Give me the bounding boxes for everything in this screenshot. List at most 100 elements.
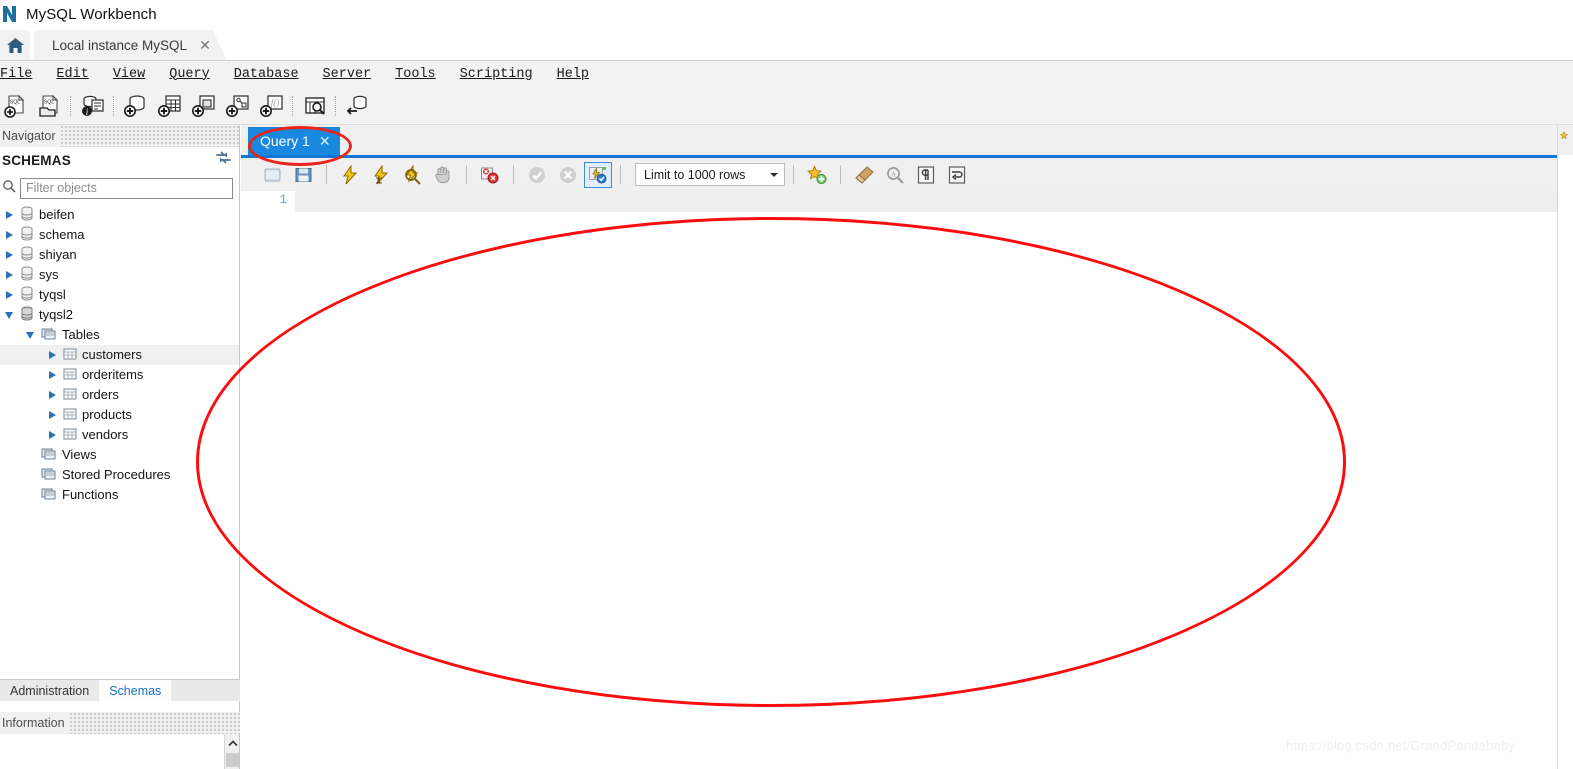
- explain-query-icon[interactable]: [397, 161, 427, 188]
- new-schema-icon[interactable]: [120, 91, 152, 121]
- tree-item-customers[interactable]: customers: [0, 345, 239, 365]
- chevron-down-icon[interactable]: [24, 331, 36, 339]
- stop-execution-icon[interactable]: [428, 161, 458, 188]
- rollback-transaction-icon[interactable]: [553, 161, 583, 188]
- mysql-dolphin-icon: [2, 4, 20, 24]
- tree-item-sys[interactable]: sys: [0, 265, 239, 285]
- sql-code-editor[interactable]: 1: [241, 191, 1557, 769]
- execute-current-icon[interactable]: [366, 161, 396, 188]
- toolbar-separator: [113, 96, 116, 116]
- navigator-panel: Navigator SCHEMAS Filter objects beifen …: [0, 125, 240, 714]
- new-procedure-icon[interactable]: [222, 91, 254, 121]
- snippets-icon[interactable]: [1559, 130, 1571, 142]
- folder-icon: [41, 447, 57, 464]
- row-limit-select[interactable]: Limit to 1000 rows: [635, 163, 785, 186]
- chevron-down-icon[interactable]: [770, 172, 778, 177]
- menu-item-view[interactable]: View: [101, 67, 157, 82]
- menu-item-edit[interactable]: Edit: [44, 67, 100, 82]
- tree-item-schema[interactable]: schema: [0, 225, 239, 245]
- new-table-icon[interactable]: [154, 91, 186, 121]
- query-editor-area: Query 1 ✕ Limit to 1000 rows A 1: [241, 125, 1557, 769]
- information-scrollbar[interactable]: [224, 734, 239, 769]
- menu-label-database: Database: [233, 66, 299, 82]
- table-icon: [63, 407, 77, 424]
- filter-objects-row: [0, 173, 239, 203]
- schemas-section-header: SCHEMAS: [0, 147, 239, 173]
- beautify-sql-icon[interactable]: [849, 161, 879, 188]
- new-sql-tab-icon[interactable]: SQL: [0, 91, 32, 121]
- tree-item-beifen[interactable]: beifen: [0, 205, 239, 225]
- query-tab-query-1[interactable]: Query 1 ✕: [248, 127, 340, 155]
- new-function-icon[interactable]: f(): [256, 91, 288, 121]
- tree-item-tyqsl2[interactable]: tyqsl2: [0, 305, 239, 325]
- new-view-icon[interactable]: [188, 91, 220, 121]
- navigator-header: Navigator: [0, 125, 239, 147]
- chevron-right-icon[interactable]: [3, 291, 15, 299]
- tree-item-tables[interactable]: Tables: [0, 325, 239, 345]
- toggle-invisible-icon[interactable]: [911, 161, 941, 188]
- menu-item-file[interactable]: File: [0, 67, 44, 82]
- information-header-fill: [68, 712, 240, 734]
- execute-statement-icon[interactable]: [335, 161, 365, 188]
- chevron-down-icon[interactable]: [3, 311, 15, 319]
- menu-item-query[interactable]: Query: [157, 67, 222, 82]
- folder-icon: [41, 327, 57, 344]
- commit-transaction-icon[interactable]: [522, 161, 552, 188]
- tab-administration[interactable]: Administration: [0, 680, 99, 701]
- tree-item-products[interactable]: products: [0, 405, 239, 425]
- information-header: Information: [0, 712, 240, 734]
- menu-item-scripting[interactable]: Scripting: [448, 67, 545, 82]
- save-script-icon[interactable]: [288, 161, 318, 188]
- tree-item-stored-procedures[interactable]: Stored Procedures: [0, 465, 239, 485]
- search-data-icon[interactable]: [299, 91, 331, 121]
- chevron-right-icon[interactable]: [3, 211, 15, 219]
- close-icon[interactable]: ✕: [199, 38, 211, 52]
- svg-text:SQL: SQL: [10, 100, 20, 106]
- connection-tab-local-instance-mysql[interactable]: Local instance MySQL ✕: [34, 30, 227, 61]
- tree-item-orders[interactable]: orders: [0, 385, 239, 405]
- schema-icon: [20, 246, 34, 264]
- menu-bar: File Edit View Query Database Server Too…: [0, 61, 1573, 87]
- tree-item-views[interactable]: Views: [0, 445, 239, 465]
- menu-item-tools[interactable]: Tools: [383, 67, 448, 82]
- chevron-right-icon[interactable]: [3, 271, 15, 279]
- close-icon[interactable]: ✕: [319, 134, 331, 148]
- filter-objects-input[interactable]: [20, 177, 233, 199]
- toggle-stop-on-error-icon[interactable]: [475, 161, 505, 188]
- reconnect-server-icon[interactable]: [342, 91, 374, 121]
- tree-item-functions[interactable]: Functions: [0, 485, 239, 505]
- chevron-right-icon[interactable]: [46, 411, 58, 419]
- menu-item-help[interactable]: Help: [545, 67, 601, 82]
- chevron-right-icon[interactable]: [3, 231, 15, 239]
- autocommit-toggle-icon[interactable]: [584, 161, 612, 188]
- scroll-up-icon[interactable]: [225, 736, 240, 751]
- tree-item-tyqsl[interactable]: tyqsl: [0, 285, 239, 305]
- open-sql-script-icon[interactable]: SQL: [34, 91, 66, 121]
- tab-schemas[interactable]: Schemas: [99, 680, 172, 701]
- tree-item-shiyan[interactable]: shiyan: [0, 245, 239, 265]
- chevron-right-icon[interactable]: [46, 391, 58, 399]
- server-status-icon[interactable]: i: [77, 91, 109, 121]
- tree-item-orderitems[interactable]: orderitems: [0, 365, 239, 385]
- find-icon[interactable]: A: [880, 161, 910, 188]
- toggle-wrapping-icon[interactable]: [942, 161, 972, 188]
- home-icon[interactable]: [0, 30, 30, 61]
- table-icon: [63, 387, 77, 404]
- tree-item-vendors[interactable]: vendors: [0, 425, 239, 445]
- save-snippet-icon[interactable]: [802, 161, 832, 188]
- table-icon: [63, 347, 77, 364]
- query-toolbar: Limit to 1000 rows A: [241, 158, 1557, 191]
- refresh-icon[interactable]: [216, 151, 231, 169]
- menu-item-server[interactable]: Server: [311, 67, 384, 82]
- toolbar-separator: [466, 165, 467, 184]
- folder-icon: [41, 467, 57, 484]
- panel-tabs-filler: [171, 680, 240, 701]
- chevron-right-icon[interactable]: [3, 251, 15, 259]
- tree-item-label: shiyan: [39, 247, 77, 262]
- open-script-icon[interactable]: [257, 161, 287, 188]
- scrollbar-thumb[interactable]: [226, 753, 239, 767]
- chevron-right-icon[interactable]: [46, 371, 58, 379]
- chevron-right-icon[interactable]: [46, 431, 58, 439]
- menu-item-database[interactable]: Database: [222, 67, 311, 82]
- chevron-right-icon[interactable]: [46, 351, 58, 359]
